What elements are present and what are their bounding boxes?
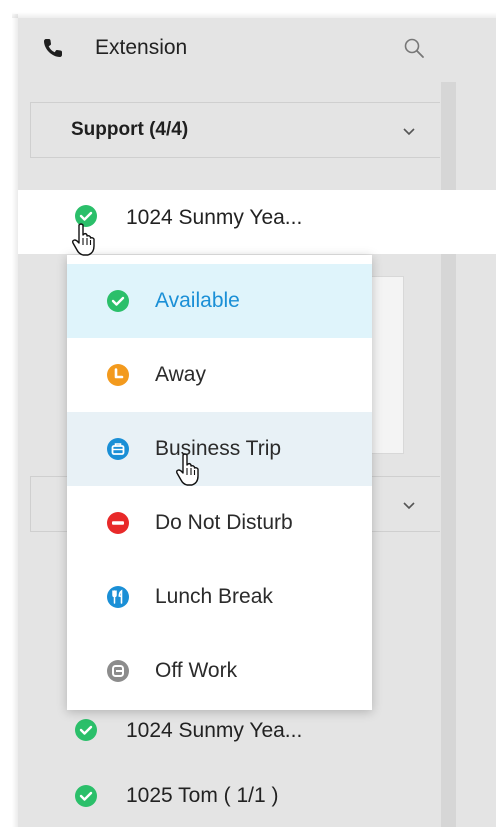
- group-title: Support (4/4): [71, 119, 189, 140]
- available-status-icon: [75, 719, 97, 741]
- available-status-icon: [75, 785, 97, 807]
- status-menu: Available Away Business Trip Do Not Dist…: [67, 255, 372, 710]
- group-header-support[interactable]: Support (4/4): [30, 102, 440, 158]
- extension-label[interactable]: 1024 Sunmy Yea...: [126, 718, 302, 744]
- off-work-icon: [107, 660, 129, 682]
- status-option-label: Do Not Disturb: [155, 511, 293, 534]
- status-option-label: Away: [155, 363, 206, 386]
- extension-label[interactable]: 1025 Tom ( 1/1 ): [126, 783, 279, 809]
- status-option-away[interactable]: Away: [67, 338, 372, 412]
- lunch-break-cutlery-icon: [107, 586, 129, 608]
- away-clock-icon: [107, 364, 129, 386]
- status-option-label: Off Work: [155, 659, 238, 682]
- panel-top-shadow: [12, 12, 496, 18]
- status-option-label: Lunch Break: [155, 585, 273, 608]
- status-option-lunch-break[interactable]: Lunch Break: [67, 560, 372, 634]
- do-not-disturb-icon: [107, 512, 129, 534]
- status-option-do-not-disturb[interactable]: Do Not Disturb: [67, 486, 372, 560]
- phone-icon: [44, 39, 62, 57]
- hand-cursor-icon: [176, 453, 199, 486]
- search-icon[interactable]: [403, 37, 425, 59]
- status-option-label: Available: [155, 289, 240, 312]
- status-option-available[interactable]: Available: [67, 264, 372, 338]
- hand-cursor-icon: [72, 223, 95, 256]
- chevron-down-icon[interactable]: [402, 501, 416, 511]
- extension-label: 1024 Sunmy Yea...: [126, 206, 303, 229]
- panel-shadow: [12, 14, 18, 827]
- chevron-down-icon[interactable]: [402, 127, 416, 137]
- status-option-business-trip[interactable]: Business Trip: [67, 412, 372, 486]
- status-option-off-work[interactable]: Off Work: [67, 634, 372, 708]
- extension-title: Extension: [95, 36, 188, 59]
- available-check-icon: [107, 290, 129, 312]
- business-trip-suitcase-icon: [107, 438, 129, 460]
